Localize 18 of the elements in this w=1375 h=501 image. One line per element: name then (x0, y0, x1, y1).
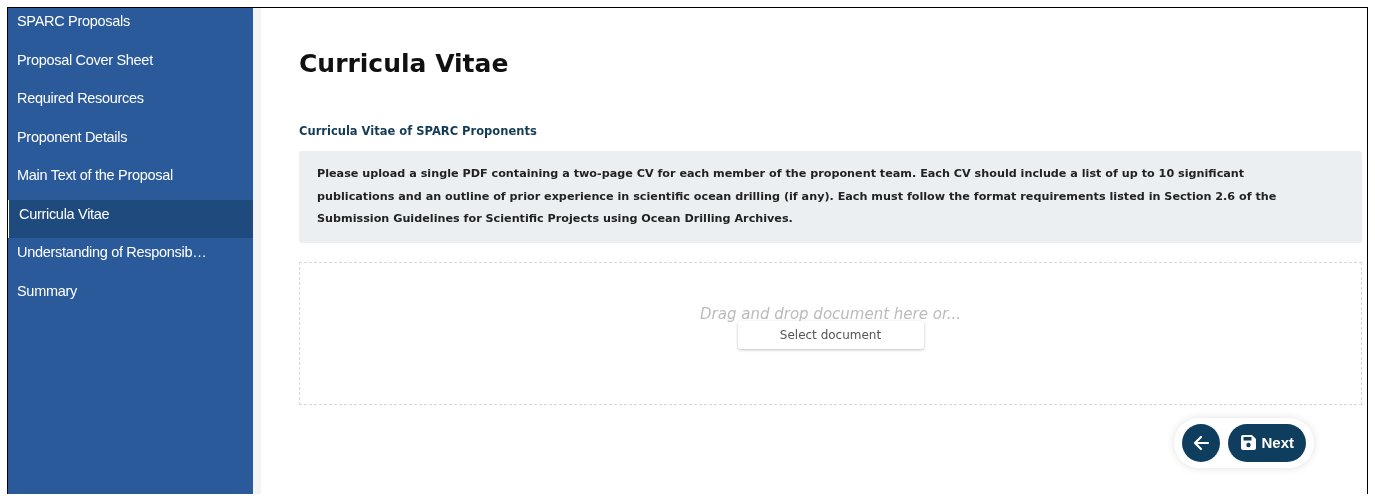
save-icon (1240, 434, 1258, 451)
sidebar-item[interactable]: Proposal Cover Sheet (7, 45, 253, 84)
sidebar-item[interactable]: SPARC Proposals (7, 7, 253, 46)
back-button[interactable] (1182, 423, 1221, 462)
page-title: Curricula Vitae (299, 49, 510, 78)
sidebar-item[interactable]: Proponent Details (7, 122, 253, 161)
sidebar-item[interactable]: Summary (7, 276, 253, 315)
drop-hint: Drag and drop document here or... (700, 305, 961, 323)
back-arrow-icon (1192, 433, 1211, 452)
section-title: Curricula Vitae of SPARC Proponents (299, 124, 538, 138)
next-button[interactable]: Next (1228, 423, 1306, 462)
sidebar-item[interactable]: Main Text of the Proposal (7, 161, 253, 200)
sidebar-item[interactable]: Curricula Vitae (7, 199, 253, 238)
sidebar-item[interactable]: Required Resources (7, 84, 253, 123)
instructions-text: Please upload a single PDF containing a two-page CV for each member of the proponent team. Each CV should include a list of up to 10 significant publications and an outline of prior experience in scientific ocean drilling (if any). Each must follow the format requirements listed in Section 2.6 of the Submission Guidelines for Scientific Projects using Ocean Drilling Archives. (317, 166, 1278, 227)
sidebar-item[interactable]: Understanding of Responsib… (7, 238, 253, 277)
select-document-button[interactable]: Select document (737, 321, 924, 349)
drop-zone[interactable]: Drag and drop document here or... Select document (299, 261, 1362, 405)
